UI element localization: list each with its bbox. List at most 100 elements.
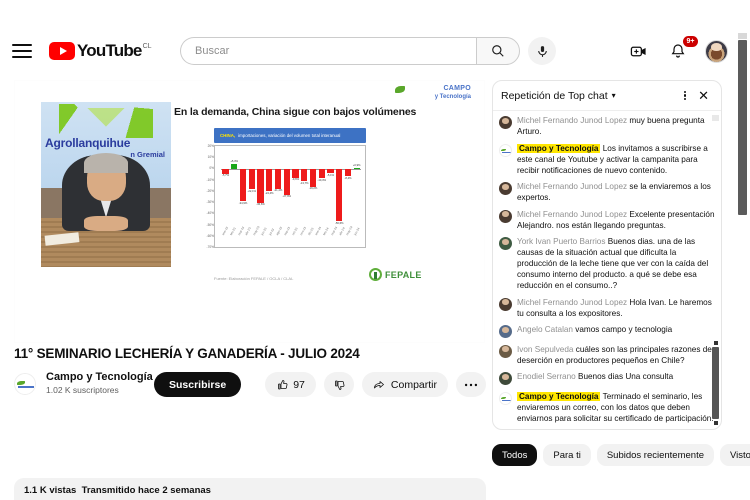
bell-icon (671, 44, 685, 58)
chat-message[interactable]: Michel Fernando Junod Lopez Excelente pr… (499, 209, 715, 231)
video-player[interactable]: CAMPO y Tecnología Agrollanquihue n Grem… (14, 80, 485, 343)
like-count: 97 (293, 378, 305, 391)
filter-chip[interactable]: Para ti (543, 444, 591, 466)
filter-chip[interactable]: Todos (492, 444, 538, 466)
chat-message-text: Campo y Tecnología Los invitamos a suscr… (517, 143, 715, 176)
page-scroll-up-button[interactable] (738, 33, 747, 39)
chat-message[interactable]: Michel Fernando Junod Lopez se la enviar… (499, 181, 715, 203)
leaf-icon (395, 86, 405, 93)
chat-author-name[interactable]: Michel Fernando Junod Lopez (517, 210, 627, 219)
fepale-logo: FEPALE (369, 268, 422, 281)
chat-author-name[interactable]: Angelo Catalan (517, 325, 573, 334)
chat-author-name[interactable]: Michel Fernando Junod Lopez (517, 182, 627, 191)
filter-chip[interactable]: Subidos recientemente (596, 444, 714, 466)
speaker-banner-title: Agrollanquihue (45, 136, 131, 151)
chat-message-body: vamos campo y tecnologia (573, 325, 673, 334)
chat-message-text: Michel Fernando Junod Lopez Hola Ivan. L… (517, 297, 715, 319)
slide-heading: En la demanda, China sigue con bajos vol… (174, 106, 417, 118)
chat-author-name[interactable]: Enodiel Serrano (517, 372, 576, 381)
chat-message[interactable]: Angelo Catalan vamos campo y tecnologia (499, 324, 715, 338)
chat-author-avatar[interactable] (499, 344, 512, 358)
chart-bar: -27,9% (282, 150, 291, 234)
chat-author-avatar[interactable] (499, 325, 512, 338)
hamburger-icon[interactable] (12, 44, 32, 58)
chat-author-avatar[interactable] (499, 143, 512, 157)
chat-scroll-up-button[interactable] (712, 115, 719, 121)
subscribe-button[interactable]: Suscribirse (154, 372, 242, 397)
like-dislike-group: 97 (265, 372, 316, 397)
chat-author-avatar[interactable] (499, 237, 512, 250)
search-icon (492, 45, 504, 57)
chart-y-tick: -50% (206, 222, 214, 227)
search-area: Buscar (180, 37, 556, 65)
chat-mode-label[interactable]: Repetición de Top chat (501, 90, 608, 102)
chat-message[interactable]: Campo y Tecnología Los invitamos a suscr… (499, 143, 715, 176)
page-scrollbar[interactable] (738, 40, 747, 215)
slide-chart: CHINA, importaciones, variación del volu… (207, 128, 374, 268)
chat-author-avatar[interactable] (499, 391, 512, 405)
video-slide: CAMPO y Tecnología Agrollanquihue n Grem… (14, 80, 485, 343)
chat-message[interactable]: Ivon Sepulveda cuáles son las principale… (499, 344, 715, 366)
chat-message[interactable]: York Ivan Puerto Barrios Buenos dias. un… (499, 236, 715, 291)
description-meta: 1.1 K vistas Transmitido hace 2 semanas (24, 485, 476, 496)
chat-header: Repetición de Top chat ▾ ✕ (493, 81, 721, 111)
chart-y-tick: 20% (207, 144, 214, 148)
chart-bar-rect (344, 168, 352, 177)
share-arrow-icon (374, 380, 384, 388)
voice-search-button[interactable] (528, 37, 556, 65)
dislike-button[interactable] (323, 372, 354, 397)
chat-message[interactable]: Campo y Tecnología Terminado el seminari… (499, 391, 715, 424)
chat-author-avatar[interactable] (499, 182, 512, 195)
chat-author-avatar[interactable] (499, 297, 512, 311)
kebab-menu-icon[interactable] (680, 87, 690, 105)
more-actions-button[interactable] (456, 372, 486, 397)
search-input[interactable]: Buscar (180, 37, 476, 65)
search-button[interactable] (476, 37, 520, 65)
chat-author-avatar[interactable] (499, 372, 512, 385)
channel-watermark: CAMPO y Tecnología (393, 80, 471, 106)
chat-message-text: Ivon Sepulveda cuáles son las principale… (517, 344, 715, 366)
create-button[interactable] (625, 38, 651, 64)
chart-bar-rect (266, 168, 273, 192)
notifications-button[interactable]: 9+ (665, 36, 698, 64)
chat-author-name[interactable]: Campo y Tecnología (517, 143, 601, 153)
channel-name[interactable]: Campo y Tecnología (46, 371, 153, 383)
avatar[interactable] (705, 39, 728, 63)
watermark-line1: CAMPO (443, 85, 471, 92)
channel-avatar[interactable] (14, 373, 36, 395)
close-icon[interactable]: ✕ (694, 89, 713, 102)
share-label: Compartir (390, 378, 437, 391)
header-actions: 9+ (625, 36, 728, 64)
chart-x-axis: ene-23 feb-23 mar-23 abr-23 may-23 jun-23 jul-… (221, 225, 361, 246)
chat-message[interactable]: Michel Fernando Junod Lopez Hola Ivan. L… (499, 297, 715, 319)
youtube-watch-page: YouTube CL Buscar 9+ CAMPO y Tecnología … (0, 0, 750, 500)
description-box[interactable]: 1.1 K vistas Transmitido hace 2 semanas … (14, 478, 486, 500)
channel-row: Campo y Tecnología 1.02 K suscriptores S… (14, 369, 486, 399)
chart-y-tick: -70% (206, 245, 214, 249)
chat-author-name[interactable]: Campo y Tecnología (517, 391, 601, 401)
chat-messages[interactable]: Michel Fernando Junod Lopez muy buena pr… (493, 111, 721, 429)
chevron-down-icon[interactable]: ▾ (612, 91, 616, 100)
share-button[interactable]: Compartir (361, 372, 448, 397)
like-button[interactable]: 97 (276, 379, 305, 391)
chart-bar: -56,6% (335, 150, 343, 234)
youtube-wordmark: YouTube (77, 41, 142, 60)
chart-bar-rect (292, 168, 299, 178)
chart-bar-rect (309, 168, 317, 187)
chat-author-name[interactable]: Michel Fernando Junod Lopez (517, 298, 627, 307)
chat-author-avatar[interactable] (499, 209, 512, 223)
chat-author-name[interactable]: Michel Fernando Junod Lopez (517, 116, 627, 125)
chart-title-rest: importaciones, variación del volumen tot… (238, 133, 341, 138)
chat-author-avatar[interactable] (499, 116, 512, 129)
chat-author-name[interactable]: Ivon Sepulveda (517, 345, 573, 354)
chat-message[interactable]: Enodiel Serrano Buenos dias Una consulta (499, 371, 715, 385)
chat-scrollbar[interactable] (712, 341, 719, 425)
chat-author-name[interactable]: York Ivan Puerto Barrios (517, 237, 605, 246)
youtube-logo[interactable]: YouTube CL (49, 42, 152, 60)
filter-chip[interactable]: Vistos (720, 444, 750, 466)
chart-y-tick: 10% (207, 155, 214, 160)
chart-bar-rect (301, 168, 308, 182)
chat-message-text: Michel Fernando Junod Lopez muy buena pr… (517, 115, 715, 137)
chat-message[interactable]: Michel Fernando Junod Lopez muy buena pr… (499, 115, 715, 137)
chart-bar: +0,9% (353, 150, 361, 234)
